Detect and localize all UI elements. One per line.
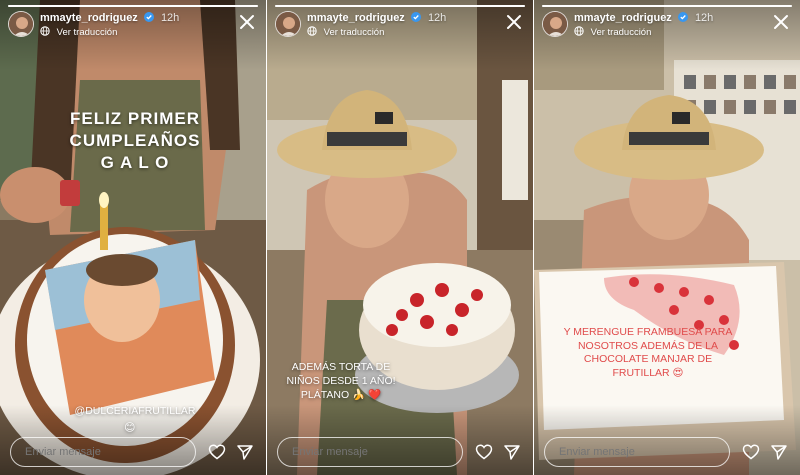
close-icon[interactable]: [772, 13, 790, 31]
username-line[interactable]: mmayte_rodriguez 12h: [574, 12, 713, 24]
avatar[interactable]: [275, 11, 301, 37]
caption-line: FELIZ PRIMER: [69, 109, 201, 128]
see-translation-label[interactable]: Ver traducción: [57, 27, 118, 38]
story-caption: FELIZ PRIMER CUMPLEAÑOS G A L O: [55, 108, 215, 174]
story-progress-bar: [542, 5, 792, 7]
post-time: 12h: [427, 12, 447, 24]
heart-icon[interactable]: [475, 443, 493, 461]
story-progress-bar: [8, 5, 258, 7]
caption-line: NOSOTROS ADEMÁS DE LA: [577, 339, 719, 352]
globe-icon: [40, 26, 50, 36]
username-line[interactable]: mmayte_rodriguez 12h: [307, 12, 446, 24]
story-progress-bar: [275, 5, 525, 7]
caption-line: G A L O: [100, 153, 170, 172]
send-icon[interactable]: [770, 443, 788, 461]
story-panel-1[interactable]: mmayte_rodriguez 12h Ver traducción FELI…: [0, 0, 266, 475]
close-icon[interactable]: [505, 13, 523, 31]
username-line[interactable]: mmayte_rodriguez 12h: [40, 12, 179, 24]
emoji-sticker: 😊: [124, 422, 136, 434]
story-header: mmayte_rodriguez 12h Ver traducción: [542, 9, 792, 41]
story-header: mmayte_rodriguez 12h Ver traducción: [8, 9, 258, 41]
verified-badge-icon: [677, 12, 688, 22]
globe-icon: [574, 26, 584, 36]
verified-badge-icon: [143, 12, 154, 22]
story-panel-2[interactable]: mmayte_rodriguez 12h Ver traducción ADEM…: [267, 0, 533, 475]
see-translation-link[interactable]: Ver traducción: [574, 26, 651, 38]
caption-line: Y MERENGUE FRAMBUESA PARA: [563, 326, 733, 338]
see-translation-link[interactable]: Ver traducción: [307, 26, 384, 38]
story-photo-birthday-cake: [0, 0, 266, 475]
heart-icon[interactable]: [208, 443, 226, 461]
mention-sticker[interactable]: @DULCERIAFRUTILLAR: [60, 405, 210, 417]
caption-line: CUMPLEAÑOS: [69, 131, 201, 150]
story-caption: ADEMÁS TORTA DE NIÑOS DESDE 1 AÑO! PLÁTA…: [281, 360, 401, 402]
caption-line: PLÁTANO 🍌 ❤️: [300, 389, 382, 401]
see-translation-label[interactable]: Ver traducción: [591, 27, 652, 38]
story-photo-strawberry-cake: [267, 0, 533, 475]
story-footer: [277, 437, 523, 467]
heart-icon[interactable]: [742, 443, 760, 461]
story-panel-3[interactable]: mmayte_rodriguez 12h Ver traducción Y ME…: [534, 0, 800, 475]
username[interactable]: mmayte_rodriguez: [307, 12, 405, 24]
story-progress-fill: [275, 5, 525, 7]
caption-line: NIÑOS DESDE 1 AÑO!: [286, 375, 396, 387]
send-icon[interactable]: [236, 443, 254, 461]
story-header: mmayte_rodriguez 12h Ver traducción: [275, 9, 525, 41]
reply-input[interactable]: [10, 437, 196, 467]
caption-line: ADEMÁS TORTA DE: [291, 361, 391, 373]
see-translation-link[interactable]: Ver traducción: [40, 26, 117, 38]
caption-line: CHOCOLATE MANJAR DE: [583, 353, 713, 365]
close-icon[interactable]: [238, 13, 256, 31]
send-icon[interactable]: [503, 443, 521, 461]
post-time: 12h: [694, 12, 714, 24]
avatar[interactable]: [542, 11, 568, 37]
story-photo-meringue-cake: [534, 0, 800, 475]
story-footer: [544, 437, 790, 467]
story-footer: [10, 437, 256, 467]
verified-badge-icon: [410, 12, 421, 22]
story-caption: Y MERENGUE FRAMBUESA PARA NOSOTROS ADEMÁ…: [548, 326, 748, 380]
story-progress-fill: [542, 5, 792, 7]
globe-icon: [307, 26, 317, 36]
avatar[interactable]: [8, 11, 34, 37]
username[interactable]: mmayte_rodriguez: [40, 12, 138, 24]
caption-line: FRUTILLAR 😍: [612, 366, 684, 379]
reply-input[interactable]: [277, 437, 463, 467]
reply-input[interactable]: [544, 437, 730, 467]
username[interactable]: mmayte_rodriguez: [574, 12, 672, 24]
see-translation-label[interactable]: Ver traducción: [324, 27, 385, 38]
story-progress-fill: [8, 5, 258, 7]
post-time: 12h: [160, 12, 180, 24]
